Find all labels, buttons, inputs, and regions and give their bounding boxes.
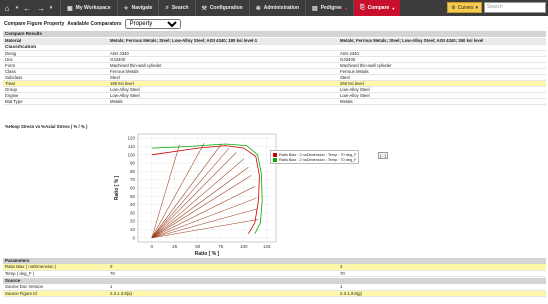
legend-swatch [273,152,277,157]
nav-item-label: Pedigree [320,5,342,11]
compare-toolbar: Compare Figure Property Available Compar… [0,18,181,29]
legend-label: Ratio Biax : 2 noDimension ; Temp : 70 d… [279,157,357,162]
source-table: Source Doc Version 1 1 Source Figure Id 2.3.… [3,284,546,297]
y-tick-label: 20 [130,219,136,224]
curves-label: Curves [457,4,474,11]
y-tick-label: 100 [127,152,135,157]
compass-icon: ✧ [123,5,129,12]
y-tick-label: 120 [127,136,135,141]
nav-item-label: Administration [263,5,300,11]
chart-row-label: %Hoop Stress vs %Axial Stress ( % / % ) [5,124,88,129]
nav-item-my-workspace[interactable]: ▣ My Workspace [60,0,117,16]
nav-item-pedigree[interactable]: ▤ Pedigree ▾ [305,0,353,16]
table-row: Source Figure Id 2.3.1.3.6(a) 2.3.1.3.6(g) [3,290,546,297]
y-tick-label: 50 [130,194,136,199]
x-axis-label: Ratio [ % ] [195,251,220,257]
row-label: Temp ( deg_F ) [3,270,108,277]
x-tick-label: 125 [263,244,271,249]
home-icon[interactable]: ⌂ [0,4,14,13]
row-value: 70 [108,270,338,277]
x-tick-label: 25 [172,244,178,249]
nav-item-label: My Workspace [75,5,111,11]
row-label: Mat Type [3,98,108,105]
nav-item-compare[interactable]: ⎘ Compare ▾ [352,0,401,16]
back-icon[interactable]: ← [20,4,34,13]
y-tick-label: 90 [130,161,136,166]
caret-down-icon[interactable]: ▾ [48,5,54,11]
material-table: Material Metals; Ferrous Metals; Steel; … [3,38,546,105]
y-tick-label: 10 [130,227,136,232]
y-tick-label: 60 [130,186,136,191]
curves-icon: ⚙ [451,4,456,11]
x-tick-label: 100 [240,244,248,249]
x-tick-label: 75 [218,244,224,249]
row-value: 2.3.1.3.6(g) [338,290,546,297]
nav-item-label: Compare [367,5,390,11]
chart-legend: Ratio Biax : 2 noDimension ; Temp : 70 d… [270,150,360,164]
wrench-icon: ⚒ [201,5,207,12]
nav-item-label: Navigate [131,5,153,11]
row-value: Metals [338,98,546,105]
curves-button[interactable]: ⚙ Curves ▾ [447,2,482,13]
forward-icon[interactable]: → [34,4,48,13]
compare-results-header: Compare Results [3,31,546,37]
legend-swatch [273,157,277,162]
search-icon: ⌕ [165,4,169,11]
table-row: Temp ( deg_F ) 70 70 [3,270,546,277]
y-tick-label: 0 [132,235,135,240]
available-comparators-label: Available Comparators [67,20,122,27]
top-navigation-bar: ⌂ ▾ ← → ▾ ▣ My Workspace ✧ Navigate ⌕ Search ⚒… [0,0,548,16]
row-label: Source Figure Id [3,290,108,297]
nav-item-administration[interactable]: ✻ Administration [248,0,305,16]
y-tick-label: 110 [128,144,136,149]
legend-label: Ratio Biax : 2 noDimension ; Temp : 70 d… [279,152,357,157]
x-tick-label: 0 [151,244,154,249]
legend-entry: Ratio Biax : 2 noDimension ; Temp : 70 d… [273,157,356,162]
legend-options-button[interactable]: [...] [378,152,388,159]
legend-entry: Ratio Biax : 2 noDimension ; Temp : 70 d… [273,152,356,157]
comparator-select[interactable]: Property [124,18,181,29]
x-tick-label: 50 [195,244,201,249]
row-value: Metals [108,98,338,105]
briefcase-icon: ▣ [67,5,73,12]
y-tick-label: 70 [130,177,136,182]
y-tick-label: 80 [130,169,136,174]
compare-icon: ⎘ [359,4,365,11]
chevron-down-icon: ▾ [392,5,395,11]
nav-item-label: Configuration [209,5,243,11]
nav-item-navigate[interactable]: ✧ Navigate [116,0,159,16]
row-value: 2.3.1.3.6(a) [108,290,338,297]
nav-item-search[interactable]: ⌕ Search [158,0,194,16]
nav-item-label: Search [171,5,189,11]
gear-icon: ✻ [255,5,261,12]
parameters-table: Ratio Biax ( noDimension ) 0 2 Temp ( deg_F… [3,264,546,277]
y-tick-label: 30 [130,210,136,215]
y-axis-label: Ratio [ % ] [114,175,120,200]
pedigree-icon: ▤ [312,5,318,12]
nav-item-configuration[interactable]: ⚒ Configuration [194,0,249,16]
chevron-down-icon: ▾ [475,4,478,11]
row-value: 70 [338,270,546,277]
y-tick-label: 40 [130,202,136,207]
chevron-down-icon: ▾ [344,5,347,11]
toolbar-title: Compare Figure Property [4,20,65,27]
table-row: Mat Type Metals Metals [3,98,546,105]
search-input[interactable]: Search [484,2,546,13]
